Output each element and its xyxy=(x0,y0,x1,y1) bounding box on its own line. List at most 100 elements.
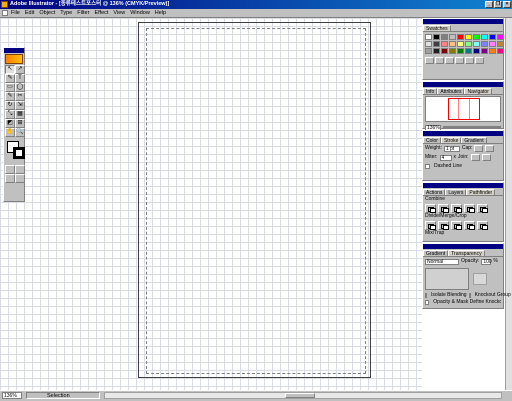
color-swatch[interactable] xyxy=(433,34,440,40)
none-mode-button[interactable] xyxy=(15,165,25,174)
pen-tool[interactable]: ✎ xyxy=(5,74,15,83)
color-swatch[interactable] xyxy=(489,48,496,54)
color-swatch[interactable] xyxy=(441,34,448,40)
document-canvas[interactable] xyxy=(0,18,422,390)
cap-butt-button[interactable] xyxy=(474,145,484,152)
color-swatch[interactable] xyxy=(473,48,480,54)
color-swatch[interactable] xyxy=(497,48,504,54)
color-swatch[interactable] xyxy=(449,34,456,40)
blend-mode-select[interactable]: Normal xyxy=(425,258,459,265)
menu-object[interactable]: Object xyxy=(39,10,55,16)
minus-front-button[interactable] xyxy=(464,203,475,213)
color-swatch[interactable] xyxy=(449,41,456,47)
tab-attributes[interactable]: Attributes xyxy=(437,88,465,94)
color-swatch[interactable] xyxy=(473,41,480,47)
zoom-field[interactable]: 136% xyxy=(2,392,22,399)
color-swatch[interactable] xyxy=(481,34,488,40)
menu-edit[interactable]: Edit xyxy=(25,10,34,16)
horizontal-scrollbar[interactable] xyxy=(104,392,502,399)
color-swatch[interactable] xyxy=(465,34,472,40)
restore-button[interactable]: ❐ xyxy=(494,1,502,8)
isolate-blending-checkbox[interactable] xyxy=(425,293,427,298)
scale-tool[interactable]: ⇲ xyxy=(15,101,25,110)
color-swatch[interactable] xyxy=(481,48,488,54)
color-swatch[interactable] xyxy=(425,34,432,40)
color-swatch[interactable] xyxy=(425,41,432,47)
tab-gradient[interactable]: Gradient xyxy=(461,137,487,143)
close-button[interactable]: × xyxy=(503,1,511,8)
status-mode[interactable]: Selection xyxy=(26,392,100,399)
dashed-line-checkbox[interactable] xyxy=(425,164,430,169)
color-swatch[interactable] xyxy=(465,48,472,54)
selection-tool[interactable]: ↖ xyxy=(5,65,15,74)
menu-view[interactable]: View xyxy=(113,10,125,16)
intersect-button[interactable] xyxy=(438,203,449,213)
opacity-mask-checkbox[interactable] xyxy=(425,300,430,305)
weight-field[interactable]: 1 pt xyxy=(443,145,460,152)
exclude-button[interactable] xyxy=(451,203,462,213)
free-transform-tool[interactable]: ⤡ xyxy=(5,110,15,119)
divide-button[interactable] xyxy=(425,220,436,230)
show-all-swatches-button[interactable] xyxy=(425,57,434,64)
tab-layers[interactable]: Layers xyxy=(445,189,467,195)
show-pattern-swatches-button[interactable] xyxy=(455,57,464,64)
mesh-tool[interactable]: ⊞ xyxy=(15,119,25,128)
tab-actions[interactable]: Actions xyxy=(423,189,446,195)
tab-transparency[interactable]: Transparency xyxy=(448,250,485,256)
unite-button[interactable] xyxy=(425,203,436,213)
swatches-titlebar[interactable] xyxy=(423,19,503,24)
stroke-titlebar[interactable] xyxy=(423,131,503,136)
minimize-button[interactable]: _ xyxy=(485,1,493,8)
color-swatch[interactable] xyxy=(441,41,448,47)
mask-thumbnail[interactable] xyxy=(473,273,487,285)
document-icon[interactable] xyxy=(2,10,8,16)
gradient-tool[interactable]: ◩ xyxy=(5,119,15,128)
color-swatch[interactable] xyxy=(449,48,456,54)
navigator-preview[interactable] xyxy=(425,96,501,122)
graph-tool[interactable]: ▦ xyxy=(15,110,25,119)
crop-button[interactable] xyxy=(464,220,475,230)
vertical-scrollbar[interactable] xyxy=(505,18,512,390)
cap-round-button[interactable] xyxy=(485,145,495,152)
horizontal-scroll-thumb[interactable] xyxy=(285,393,315,398)
miter-field[interactable]: 4 xyxy=(439,154,452,161)
menu-file[interactable]: File xyxy=(11,10,20,16)
join-miter-button[interactable] xyxy=(470,154,480,161)
color-swatch[interactable] xyxy=(473,34,480,40)
screen-mode-button[interactable] xyxy=(5,174,15,183)
tab-stroke[interactable]: Stroke xyxy=(440,137,462,143)
fullscreen-mode-button[interactable] xyxy=(15,174,25,183)
color-swatch[interactable] xyxy=(497,41,504,47)
color-mode-button[interactable] xyxy=(5,165,15,174)
pathfinder-titlebar[interactable] xyxy=(423,183,503,188)
type-tool[interactable]: T xyxy=(15,74,25,83)
pencil-tool[interactable]: ✎ xyxy=(5,92,15,101)
color-swatch[interactable] xyxy=(489,41,496,47)
ellipse-tool[interactable]: ◯ xyxy=(15,83,25,92)
color-swatch[interactable] xyxy=(441,48,448,54)
minus-back-button[interactable] xyxy=(477,203,488,213)
color-swatch[interactable] xyxy=(465,41,472,47)
toolbox-titlebar[interactable] xyxy=(4,48,24,53)
tab-gradient-panel[interactable]: Gradient xyxy=(423,250,449,256)
color-swatch[interactable] xyxy=(497,34,504,40)
tab-info[interactable]: Info xyxy=(423,88,438,94)
color-swatch[interactable] xyxy=(457,34,464,40)
rectangle-tool[interactable]: ▭ xyxy=(5,83,15,92)
menu-window[interactable]: Window xyxy=(130,10,150,16)
color-swatch[interactable] xyxy=(433,41,440,47)
color-swatch[interactable] xyxy=(481,41,488,47)
outline-button[interactable] xyxy=(477,220,488,230)
object-thumbnail[interactable] xyxy=(425,268,469,290)
navigator-zoom-slider[interactable] xyxy=(443,126,501,129)
menu-filter[interactable]: Filter xyxy=(77,10,89,16)
direct-selection-tool[interactable]: ↗ xyxy=(15,65,25,74)
transparency-titlebar[interactable] xyxy=(423,244,503,249)
merge-button[interactable] xyxy=(451,220,462,230)
tab-color[interactable]: Color xyxy=(423,137,441,143)
tab-navigator[interactable]: Navigator xyxy=(464,88,492,94)
color-swatch[interactable] xyxy=(457,41,464,47)
menu-effect[interactable]: Effect xyxy=(94,10,108,16)
zoom-tool[interactable]: 🔍 xyxy=(15,128,25,137)
trim-button[interactable] xyxy=(438,220,449,230)
